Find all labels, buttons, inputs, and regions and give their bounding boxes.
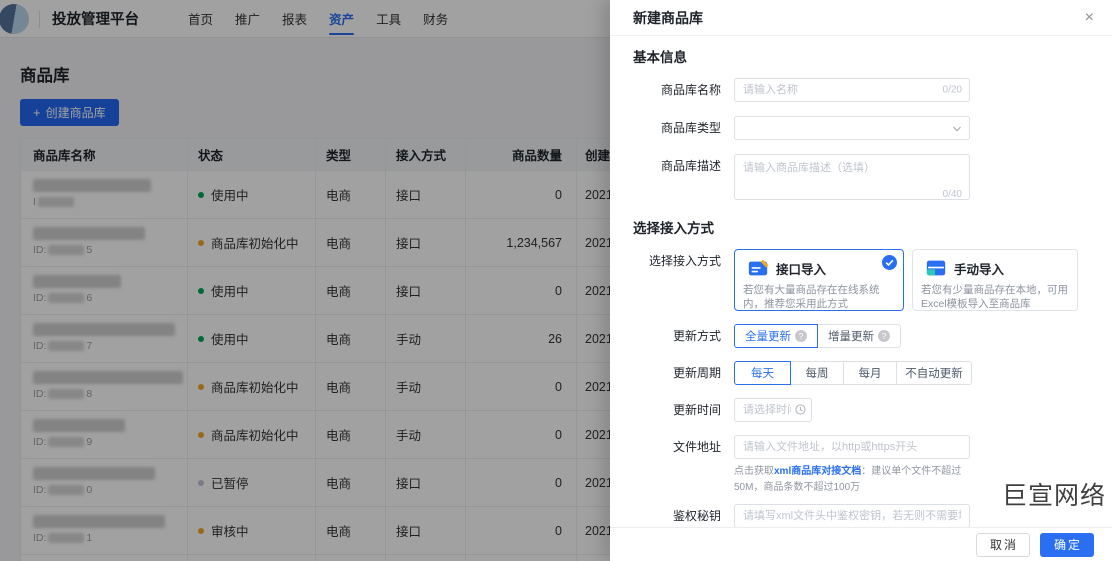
update-cycle-label: 更新周期 (672, 366, 721, 380)
update-mode-label: 更新方式 (672, 329, 721, 343)
desc-char-counter: 0/40 (942, 189, 962, 200)
update-mode-group: 全量更新? 增量更新? (734, 324, 901, 348)
manual-import-icon (926, 260, 946, 276)
drawer-title: 新建商品库 (633, 9, 703, 26)
cancel-button[interactable]: 取消 (976, 532, 1030, 557)
segment-option[interactable]: 增量更新? (817, 324, 901, 348)
api-import-desc: 若您有大量商品存在在线系统内，推荐您采用此方式 (743, 284, 880, 310)
auth-key-label: 鉴权秘钥 (672, 509, 721, 523)
segment-option[interactable]: 每月 (843, 361, 897, 385)
clock-icon (795, 404, 806, 415)
xml-doc-link[interactable]: xml商品库对接文档 (774, 466, 861, 477)
chevron-down-icon (953, 126, 961, 132)
name-field-label: 商品库名称 (660, 83, 721, 97)
segment-option[interactable]: 全量更新? (734, 324, 818, 348)
manual-import-title: 手动导入 (954, 262, 1005, 277)
access-field-label: 选择接入方式 (648, 254, 721, 268)
drawer-body: 基本信息 商品库名称 0/20 商品库类型 商品库描述 0/40 选择接入方式 (610, 36, 1112, 527)
drawer-footer: 取消 确定 (610, 527, 1112, 561)
watermark-text: 巨宣网络 (1002, 482, 1107, 510)
segment-option[interactable]: 每天 (734, 361, 791, 385)
segment-option[interactable]: 每周 (790, 361, 844, 385)
manual-import-desc: 若您有少量商品存在本地，可用Excel模板导入至商品库 (921, 284, 1068, 310)
confirm-button[interactable]: 确定 (1040, 532, 1094, 557)
name-char-counter: 0/20 (942, 84, 962, 96)
file-url-input[interactable] (734, 435, 970, 459)
update-time-label: 更新时间 (672, 403, 721, 417)
auth-key-input[interactable] (734, 504, 970, 527)
card-api-import[interactable]: 接口导入 若您有大量商品存在在线系统内，推荐您采用此方式 (734, 249, 904, 311)
update-cycle-group: 每天 每周 每月 不自动更新 (734, 361, 972, 385)
type-field-label: 商品库类型 (660, 121, 721, 135)
library-desc-textarea[interactable] (734, 154, 970, 200)
segment-option[interactable]: 不自动更新 (896, 361, 972, 385)
section-access-method: 选择接入方式 (633, 221, 714, 236)
selected-check-icon (882, 255, 897, 270)
help-question-icon[interactable]: ? (795, 330, 807, 342)
file-url-label: 文件地址 (672, 440, 721, 454)
library-type-select[interactable] (734, 116, 970, 140)
library-name-input[interactable] (734, 78, 970, 102)
api-import-icon (748, 259, 769, 276)
desc-field-label: 商品库描述 (660, 159, 721, 173)
section-basic-info: 基本信息 (633, 50, 687, 65)
drawer-header: 新建商品库 × (610, 0, 1112, 36)
file-url-help: 点击获取xml商品库对接文档：建议单个文件不超过50M，商品条数不超过100万 (734, 466, 962, 493)
api-import-title: 接口导入 (776, 262, 827, 277)
close-icon[interactable]: × (1085, 9, 1094, 26)
help-question-icon[interactable]: ? (878, 330, 890, 342)
card-manual-import[interactable]: 手动导入 若您有少量商品存在本地，可用Excel模板导入至商品库 (912, 249, 1078, 311)
